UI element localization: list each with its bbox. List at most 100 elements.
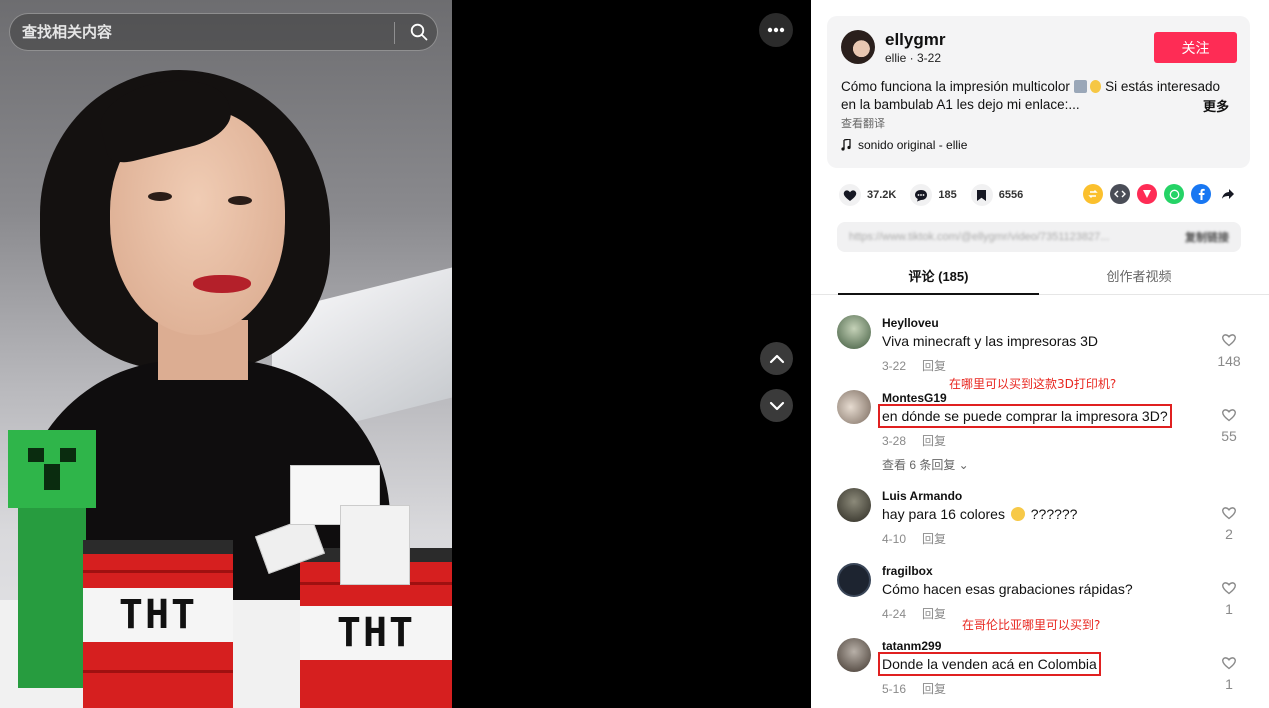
- comment-date: 3-22: [882, 359, 907, 373]
- view-replies-button[interactable]: 查看 6 条回复 ⌄: [882, 456, 969, 473]
- translate-link[interactable]: 查看翻译: [841, 115, 885, 131]
- chevron-down-icon: [769, 401, 784, 410]
- commenter-name[interactable]: tatanm299: [882, 639, 941, 653]
- commenter-avatar[interactable]: [837, 563, 871, 597]
- engagement-bar: 37.2K 185 6556: [839, 182, 1037, 208]
- details-panel: ellygmr ellie · 3-22 关注 Cómo funciona la…: [811, 0, 1269, 708]
- next-video-button[interactable]: [760, 389, 793, 422]
- reply-button[interactable]: 回复: [922, 434, 946, 448]
- tab-comments[interactable]: 评论 (185): [838, 262, 1039, 295]
- whatsapp-icon[interactable]: [1164, 184, 1184, 204]
- video-link-box[interactable]: https://www.tiktok.com/@ellygmr/video/73…: [837, 222, 1241, 252]
- repost-icon[interactable]: [1083, 184, 1103, 204]
- tnt-label: THT: [300, 606, 452, 660]
- embed-icon[interactable]: [1110, 184, 1130, 204]
- tnt-stripe: [83, 570, 233, 573]
- lightbulb-emoji-icon: [1090, 80, 1102, 93]
- comment-like-button[interactable]: 148: [1217, 333, 1241, 369]
- printer-emoji-icon: [1073, 80, 1087, 93]
- author-handle[interactable]: ellygmr: [885, 30, 945, 50]
- comment-like-count: 1: [1225, 676, 1233, 692]
- comment-action[interactable]: 185: [910, 184, 957, 206]
- reply-button[interactable]: 回复: [922, 682, 946, 696]
- author-avatar[interactable]: [841, 30, 875, 64]
- comment-text-main: hay para 16 colores: [882, 506, 1005, 522]
- sound-name: sonido original - ellie: [858, 138, 968, 152]
- comment-icon: [910, 184, 933, 206]
- commenter-avatar[interactable]: [837, 390, 871, 424]
- commenter-avatar[interactable]: [837, 638, 871, 672]
- comment-item: MontesG19 en dónde se puede comprar la i…: [837, 390, 1247, 475]
- caption-line1-rest: Si estás interesado: [1105, 79, 1220, 94]
- commenter-avatar[interactable]: [837, 488, 871, 522]
- tnt-label: THT: [83, 588, 233, 642]
- reply-button[interactable]: 回复: [922, 607, 946, 621]
- tab-creator-videos[interactable]: 创作者视频: [1039, 262, 1239, 295]
- heart-outline-icon: [1221, 334, 1237, 347]
- reply-button[interactable]: 回复: [922, 359, 946, 373]
- commenter-name[interactable]: fragilbox: [882, 564, 933, 578]
- heart-outline-icon: [1221, 409, 1237, 422]
- comment-item: fragilbox Cómo hacen esas grabaciones rá…: [837, 563, 1247, 623]
- author-subline: ellie · 3-22: [885, 51, 942, 65]
- previous-video-button[interactable]: [760, 342, 793, 375]
- comment-like-count: 2: [1225, 526, 1233, 542]
- comment-item: tatanm299 Donde la venden acá en Colombi…: [837, 638, 1247, 698]
- comment-like-button[interactable]: 1: [1217, 656, 1241, 692]
- comment-like-button[interactable]: 55: [1217, 408, 1241, 444]
- comment-meta: 4-10 回复: [882, 530, 962, 547]
- facebook-icon[interactable]: [1191, 184, 1211, 204]
- comment-text: en dónde se puede comprar la impresora 3…: [878, 404, 1172, 428]
- chevron-up-icon: [769, 354, 784, 363]
- like-action[interactable]: 37.2K: [839, 184, 896, 206]
- creeper-mouth: [44, 464, 60, 490]
- heart-outline-icon: [1221, 657, 1237, 670]
- comment-meta: 5-16 回复: [882, 680, 962, 697]
- commenter-name[interactable]: Heylloveu: [882, 316, 939, 330]
- comment-like-button[interactable]: 1: [1217, 581, 1241, 617]
- commenter-avatar[interactable]: [837, 315, 871, 349]
- app-root: THT THT 查找相关内容 ellygmr ellie · 3-22 关注 C…: [0, 0, 1269, 708]
- creeper-body: [18, 508, 86, 688]
- music-note-icon: [841, 139, 851, 151]
- creeper-eye: [28, 448, 44, 462]
- copy-link-button[interactable]: 复制链接: [1185, 229, 1229, 245]
- caption-line2: en la bambulab A1 les dejo mi enlace:...: [841, 97, 1080, 112]
- comment-text: Donde la venden acá en Colombia: [878, 652, 1101, 676]
- send-icon[interactable]: [1137, 184, 1157, 204]
- commenter-name[interactable]: MontesG19: [882, 391, 947, 405]
- share-row: [1083, 184, 1238, 204]
- video-player[interactable]: THT THT: [0, 0, 452, 708]
- comment-like-button[interactable]: 2: [1217, 506, 1241, 542]
- tnt-block: THT: [83, 540, 233, 708]
- save-action[interactable]: 6556: [970, 184, 1023, 206]
- comment-date: 5-16: [882, 682, 907, 696]
- follow-button[interactable]: 关注: [1154, 32, 1237, 63]
- heart-icon: [839, 184, 861, 206]
- search-input[interactable]: [22, 14, 392, 50]
- comment-like-count: 1: [1225, 601, 1233, 617]
- sound-link[interactable]: sonido original - ellie: [841, 138, 967, 152]
- caption-line1: Cómo funciona la impresión multicolor: [841, 79, 1070, 94]
- reply-button[interactable]: 回复: [922, 532, 946, 546]
- comment-date: 3-28: [882, 434, 907, 448]
- bookmark-icon: [970, 184, 993, 206]
- annotation-label: 在哥伦比亚哪里可以买到?: [962, 618, 1101, 632]
- comment-meta: 3-28 回复: [882, 432, 962, 449]
- commenter-name[interactable]: Luis Armando: [882, 489, 962, 503]
- search-divider: [394, 22, 395, 44]
- share-arrow-icon[interactable]: [1218, 184, 1238, 204]
- heart-outline-icon: [1221, 582, 1237, 595]
- comment-meta: 3-22 回复: [882, 357, 962, 374]
- video-caption: Cómo funciona la impresión multicolor Si…: [841, 78, 1241, 114]
- caption-more-link[interactable]: 更多: [1203, 96, 1229, 115]
- comment-text: Cómo hacen esas grabaciones rápidas?: [882, 581, 1133, 597]
- video-link-url[interactable]: https://www.tiktok.com/@ellygmr/video/73…: [849, 231, 1109, 243]
- more-options-button[interactable]: [759, 13, 793, 47]
- tnt-top: [83, 540, 233, 554]
- panel-tabs: 评论 (185) 创作者视频: [811, 262, 1269, 295]
- creeper-eye: [60, 448, 76, 462]
- search-button[interactable]: [400, 14, 438, 50]
- comment-date: 4-10: [882, 532, 907, 546]
- description-card: ellygmr ellie · 3-22 关注 Cómo funciona la…: [827, 16, 1250, 168]
